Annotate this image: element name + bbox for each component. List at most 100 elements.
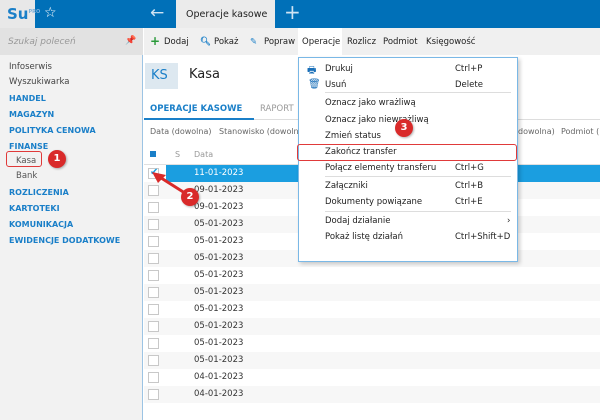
table-row[interactable]: 05-01-2023 bbox=[144, 284, 600, 301]
sidebar-item-magazyn[interactable]: MAGAZYN bbox=[9, 110, 54, 119]
menu-item[interactable]: Dodaj działanie › bbox=[299, 214, 517, 229]
column-s[interactable]: S bbox=[175, 150, 180, 159]
menu-item-label: Oznacz jako niewrażliwą bbox=[325, 115, 429, 125]
row-date: 09-01-2023 bbox=[194, 185, 244, 195]
trash-icon: 🗑 bbox=[308, 79, 321, 90]
subject-button[interactable]: Podmiot bbox=[383, 37, 418, 47]
brush-icon: ✎ bbox=[250, 37, 258, 47]
menu-separator bbox=[325, 211, 511, 212]
row-checkbox[interactable] bbox=[148, 236, 159, 247]
plus-icon: + bbox=[150, 34, 161, 48]
row-checkbox[interactable] bbox=[148, 219, 159, 230]
active-tab-underline bbox=[144, 118, 254, 120]
menu-item[interactable]: Załączniki Ctrl+B bbox=[299, 179, 517, 194]
tab-operacje-kasowe-view[interactable]: OPERACJE KASOWE bbox=[150, 104, 242, 114]
menu-item-shortcut: › bbox=[507, 216, 511, 226]
favorites-star-icon[interactable]: ☆ bbox=[44, 5, 57, 21]
app-logo[interactable]: SuPRO bbox=[0, 0, 40, 28]
table-row[interactable]: 05-01-2023 bbox=[144, 301, 600, 318]
menu-item-label: Oznacz jako wrażliwą bbox=[325, 98, 416, 108]
row-checkbox[interactable] bbox=[148, 304, 159, 315]
menu-item[interactable]: 🖶 Drukuj Ctrl+P bbox=[299, 62, 517, 77]
menu-item-shortcut: Ctrl+Shift+D bbox=[455, 232, 511, 242]
row-checkbox[interactable] bbox=[148, 338, 159, 349]
sidebar-item-polityka-cenowa[interactable]: POLITYKA CENOWA bbox=[9, 126, 96, 135]
page-title: Kasa bbox=[189, 67, 221, 82]
filter-stanowisko[interactable]: Stanowisko (dowolne bbox=[219, 127, 304, 136]
tab-raporty[interactable]: RAPORT bbox=[260, 104, 294, 114]
table-row[interactable]: 05-01-2023 bbox=[144, 335, 600, 352]
filter-data[interactable]: Data (dowolna) bbox=[150, 127, 212, 136]
filter-podmiot[interactable]: Podmiot ( bbox=[561, 127, 599, 136]
row-date: 05-01-2023 bbox=[194, 219, 244, 229]
sidebar-item-wyszukiwarka[interactable]: Wyszukiwarka bbox=[9, 77, 69, 87]
filter-other[interactable]: dowolna) bbox=[518, 127, 555, 136]
sidebar-item-bank[interactable]: Bank bbox=[16, 171, 37, 181]
menu-item-label: Pokaż listę działań bbox=[325, 232, 404, 242]
row-date: 04-01-2023 bbox=[194, 389, 244, 399]
row-checkbox[interactable] bbox=[148, 355, 159, 366]
select-all-checkbox[interactable] bbox=[150, 151, 156, 157]
pin-icon[interactable]: 📌 bbox=[125, 36, 136, 46]
logo-text: Su bbox=[7, 5, 29, 23]
annotation-badge-3: 3 bbox=[395, 119, 413, 137]
new-tab-plus-icon[interactable]: + bbox=[284, 0, 301, 24]
table-row[interactable]: 04-01-2023 bbox=[144, 386, 600, 403]
row-date: 09-01-2023 bbox=[194, 202, 244, 212]
row-date: 05-01-2023 bbox=[194, 270, 244, 280]
tab-operacje-kasowe[interactable]: Operacje kasowe bbox=[176, 0, 275, 28]
accounting-button[interactable]: Księgowość bbox=[426, 37, 475, 47]
settle-button[interactable]: Rozlicz bbox=[347, 37, 376, 47]
menu-item[interactable]: Dokumenty powiązane Ctrl+E bbox=[299, 195, 517, 210]
row-checkbox[interactable] bbox=[148, 287, 159, 298]
row-date: 05-01-2023 bbox=[194, 355, 244, 365]
logo-sup: PRO bbox=[28, 9, 41, 15]
row-checkbox[interactable] bbox=[148, 389, 159, 400]
row-date: 05-01-2023 bbox=[194, 236, 244, 246]
menu-item[interactable]: Połącz elementy transferu Ctrl+G bbox=[299, 161, 517, 176]
edit-button[interactable]: Popraw bbox=[264, 37, 295, 47]
row-checkbox[interactable] bbox=[148, 270, 159, 281]
row-checkbox[interactable] bbox=[148, 253, 159, 264]
menu-item-shortcut: Ctrl+E bbox=[455, 197, 483, 207]
column-data[interactable]: Data bbox=[194, 150, 213, 159]
kasa-highlight-box bbox=[6, 151, 42, 167]
menu-item[interactable]: 🗑 Usuń Delete bbox=[299, 78, 517, 93]
row-date: 05-01-2023 bbox=[194, 338, 244, 348]
sidebar-item-rozliczenia[interactable]: ROZLICZENIA bbox=[9, 188, 69, 197]
operations-button[interactable]: Operacje bbox=[302, 37, 340, 47]
module-badge: KS bbox=[145, 63, 178, 89]
sidebar-item-handel[interactable]: HANDEL bbox=[9, 94, 46, 103]
menu-item-shortcut: Ctrl+P bbox=[455, 64, 483, 74]
sidebar-item-kartoteki[interactable]: KARTOTEKI bbox=[9, 204, 60, 213]
table-row[interactable]: 05-01-2023 bbox=[144, 352, 600, 369]
search-input[interactable]: Szukaj poleceń bbox=[0, 28, 143, 55]
row-date: 05-01-2023 bbox=[194, 287, 244, 297]
show-button[interactable]: Pokaż bbox=[214, 37, 238, 47]
row-date: 04-01-2023 bbox=[194, 372, 244, 382]
add-button[interactable]: Dodaj bbox=[164, 37, 189, 47]
row-date: 05-01-2023 bbox=[194, 321, 244, 331]
sidebar-item-finanse[interactable]: FINANSE bbox=[9, 142, 48, 151]
table-row[interactable]: 05-01-2023 bbox=[144, 318, 600, 335]
table-row[interactable]: 05-01-2023 bbox=[144, 267, 600, 284]
menu-item-label: Drukuj bbox=[325, 64, 353, 74]
table-row[interactable]: 04-01-2023 bbox=[144, 369, 600, 386]
menu-item-shortcut: Ctrl+B bbox=[455, 181, 484, 191]
zakoncz-transfer-highlight-box bbox=[297, 144, 517, 161]
menu-item[interactable]: Oznacz jako wrażliwą bbox=[299, 96, 517, 111]
sidebar-item-ewidencje-dodatkowe[interactable]: EWIDENCJE DODATKOWE bbox=[9, 236, 120, 245]
row-checkbox[interactable] bbox=[148, 321, 159, 332]
sidebar-item-komunikacja[interactable]: KOMUNIKACJA bbox=[9, 220, 73, 229]
menu-separator bbox=[325, 92, 511, 93]
search-icon: 🔍︎ bbox=[200, 37, 211, 47]
menu-separator bbox=[325, 176, 511, 177]
menu-item-label: Załączniki bbox=[325, 181, 368, 191]
row-checkbox[interactable] bbox=[148, 372, 159, 383]
back-arrow-icon[interactable]: ← bbox=[150, 3, 164, 23]
menu-item[interactable]: Pokaż listę działań Ctrl+Shift+D bbox=[299, 230, 517, 245]
sidebar-item-infoserwis[interactable]: Infoserwis bbox=[9, 62, 52, 72]
menu-item-label: Dodaj działanie bbox=[325, 216, 391, 226]
menu-item-label: Dokumenty powiązane bbox=[325, 197, 423, 207]
annotation-badge-1: 1 bbox=[48, 150, 66, 168]
